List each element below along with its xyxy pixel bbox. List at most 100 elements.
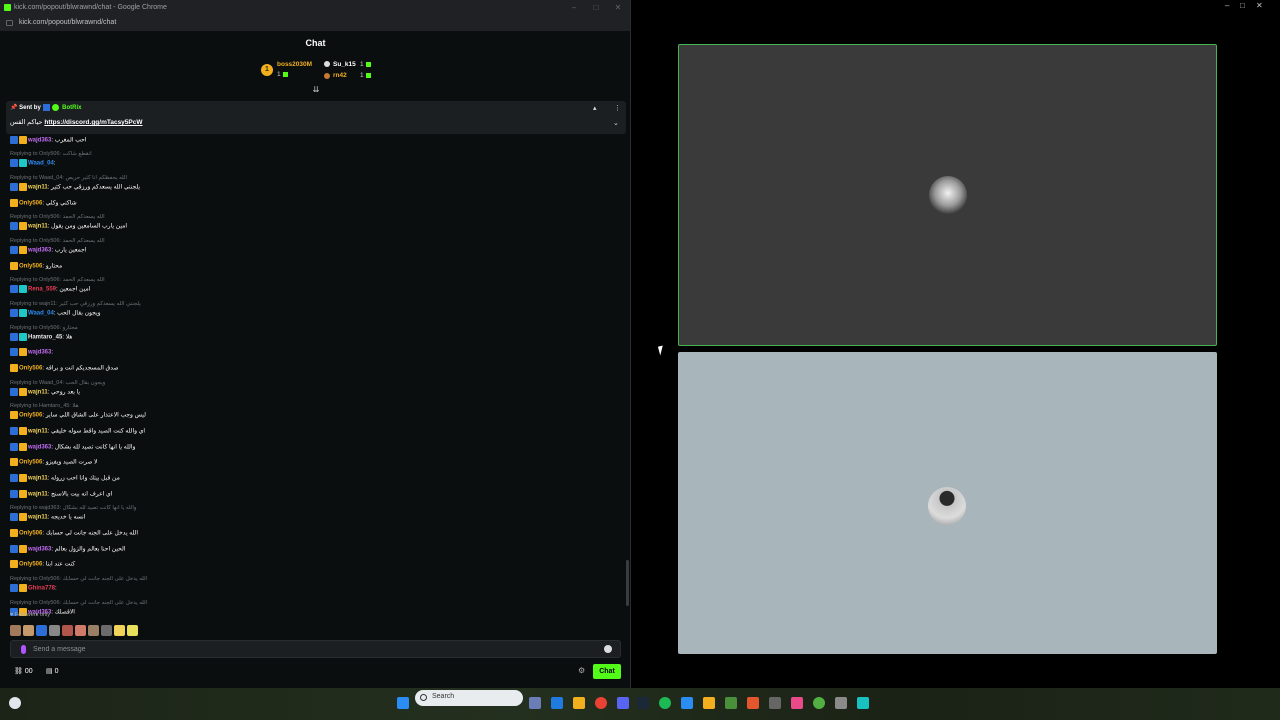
window-titlebar: kick.com/popout/blwrawnd/chat - Google C…	[0, 0, 630, 15]
reply-context[interactable]: Replying to Waad_04: الله يحفظكم انا كثي…	[10, 175, 127, 181]
leaderboard-name-2[interactable]: Su_k15	[333, 61, 356, 68]
reply-context[interactable]: Replying to wajn11: يلجنني الله يسعدكم و…	[10, 301, 141, 307]
steam-icon[interactable]	[637, 697, 649, 709]
message-input[interactable]	[33, 643, 593, 656]
discord-icon[interactable]	[617, 697, 629, 709]
chat-username[interactable]: wajd363	[28, 445, 51, 451]
chat-username[interactable]: wajn11	[28, 429, 48, 435]
spotify-icon[interactable]	[659, 697, 671, 709]
discord-link[interactable]: https://discord.gg/mTacsy5PcW	[44, 119, 142, 126]
emote[interactable]	[62, 625, 73, 636]
chat-username[interactable]: wajd363	[28, 350, 51, 356]
chat-input-box[interactable]	[10, 640, 621, 658]
edge-icon[interactable]	[551, 697, 563, 709]
maximize-icon[interactable]: □	[1240, 1, 1245, 10]
chat-username[interactable]: Waad_04	[28, 311, 54, 317]
reply-context[interactable]: Replying to Only506: الله يدخل على الجنه…	[10, 600, 147, 606]
chat-username[interactable]: Only506	[19, 562, 42, 568]
gear-icon[interactable]: ⚙	[578, 666, 585, 675]
minimize-icon[interactable]: –	[563, 0, 585, 15]
address-bar[interactable]: kick.com/popout/blwrawnd/chat	[0, 15, 630, 31]
reply-context[interactable]: Replying to Only506: الله يسعدكم الحمد	[10, 214, 105, 220]
app-icon[interactable]	[703, 697, 715, 709]
participant-tile-1[interactable]	[678, 44, 1217, 346]
viewers-stat[interactable]: ⛓ 00	[14, 667, 33, 675]
leaderboard-name-3[interactable]: rn42	[333, 72, 347, 79]
chat-message-text: يلجنني الله يسعدكم ورزقي حب كثير	[51, 184, 141, 191]
chat-username[interactable]: Rena_559	[28, 287, 56, 293]
emote[interactable]	[49, 625, 60, 636]
chat-username[interactable]: Only506	[19, 531, 42, 537]
reply-context[interactable]: Replying to Only506: الله يسعدكم الحمد	[10, 277, 105, 283]
emote[interactable]	[114, 625, 125, 636]
emoji-icon[interactable]	[604, 645, 612, 653]
emote[interactable]	[101, 625, 112, 636]
emote[interactable]	[127, 625, 138, 636]
emote[interactable]	[10, 625, 21, 636]
close-icon[interactable]: ✕	[1256, 1, 1263, 10]
chat-message-text: من قبل بيتك وانا احب زروله	[51, 475, 120, 482]
app-icon[interactable]	[769, 697, 781, 709]
app-icon[interactable]	[857, 697, 869, 709]
chat-scrollbar[interactable]	[626, 560, 629, 606]
chrome-icon[interactable]	[595, 697, 607, 709]
chat-username[interactable]: wajn11	[28, 476, 48, 482]
xbox-icon[interactable]	[813, 697, 825, 709]
reply-context[interactable]: Replying to Waad_04: ويجون بقال الحب	[10, 380, 105, 386]
leaderboard-name-1[interactable]: boss2030M	[277, 61, 312, 68]
chat-username[interactable]: Only506	[19, 366, 42, 372]
chat-username[interactable]: wajn11	[28, 492, 48, 498]
reply-context[interactable]: Replying to Hamtaro_45: هلا	[10, 403, 79, 409]
maximize-icon[interactable]: □	[585, 0, 607, 15]
chat-username[interactable]: Hamtaro_45	[28, 335, 62, 341]
taskbar-search[interactable]: Search	[415, 690, 523, 706]
chat-message-text: محتارو	[45, 263, 63, 270]
chat-message-text: ليس وجب الاعتذار على الشاق اللي ساير	[45, 412, 146, 419]
app-icon[interactable]	[747, 697, 759, 709]
task-view-icon[interactable]	[529, 697, 541, 709]
user-badge-icon	[10, 199, 18, 207]
start-icon[interactable]	[397, 697, 409, 709]
pin-icon[interactable]: ▴	[593, 104, 597, 112]
chat-message-text: يا بعد روحي	[51, 389, 81, 396]
chat-username[interactable]: wajn11	[28, 185, 48, 191]
reply-context[interactable]: Replying to Only506: الله يدخل على الجنه…	[10, 576, 147, 582]
emote[interactable]	[88, 625, 99, 636]
reply-context[interactable]: Replying to wajd363: والله يا انها كانت …	[10, 505, 137, 511]
leaderboard-count-3: 1	[360, 72, 371, 79]
emote[interactable]	[23, 625, 34, 636]
reply-context[interactable]: Replying to Only506: محتارو	[10, 325, 78, 331]
chat-username[interactable]: Only506	[19, 264, 42, 270]
send-chat-button[interactable]: Chat	[593, 664, 621, 679]
more-options-icon[interactable]: ⋮	[614, 104, 621, 112]
chat-username[interactable]: wajd363	[28, 547, 51, 553]
chat-username[interactable]: Ghina778	[28, 586, 55, 592]
expand-icon[interactable]: ⌄	[613, 119, 619, 127]
reply-context[interactable]: Replying to Only506: الله يسعدكم الحمد	[10, 238, 105, 244]
chat-message: Only506: محتارو	[10, 262, 62, 271]
minimize-icon[interactable]: –	[1225, 1, 1229, 10]
app-icon[interactable]	[791, 697, 803, 709]
chat-username[interactable]: Waad_04	[28, 161, 54, 167]
app-icon[interactable]	[835, 697, 847, 709]
close-icon[interactable]: ✕	[607, 0, 629, 15]
weather-icon[interactable]	[9, 697, 21, 709]
microphone-icon[interactable]	[21, 645, 26, 654]
chat-username[interactable]: wajd363	[28, 248, 51, 254]
chat-username[interactable]: Only506	[19, 201, 42, 207]
reply-context[interactable]: Replying to Only506: انقطع شاكت	[10, 151, 92, 157]
participant-tile-2[interactable]	[678, 352, 1217, 654]
chat-username[interactable]: wajn11	[28, 515, 48, 521]
app-icon[interactable]	[725, 697, 737, 709]
chat-username[interactable]: wajn11	[28, 224, 48, 230]
chat-username[interactable]: Only506	[19, 460, 42, 466]
emote[interactable]	[36, 625, 47, 636]
app-icon[interactable]	[681, 697, 693, 709]
chat-username[interactable]: wajd363	[28, 138, 51, 144]
chevron-down-icon[interactable]: ⇊	[311, 86, 321, 94]
chat-username[interactable]: Only506	[19, 413, 42, 419]
emote[interactable]	[75, 625, 86, 636]
file-explorer-icon[interactable]	[573, 697, 585, 709]
chat-username[interactable]: wajn11	[28, 390, 48, 396]
gifts-stat[interactable]: ▤ 0	[46, 667, 58, 675]
